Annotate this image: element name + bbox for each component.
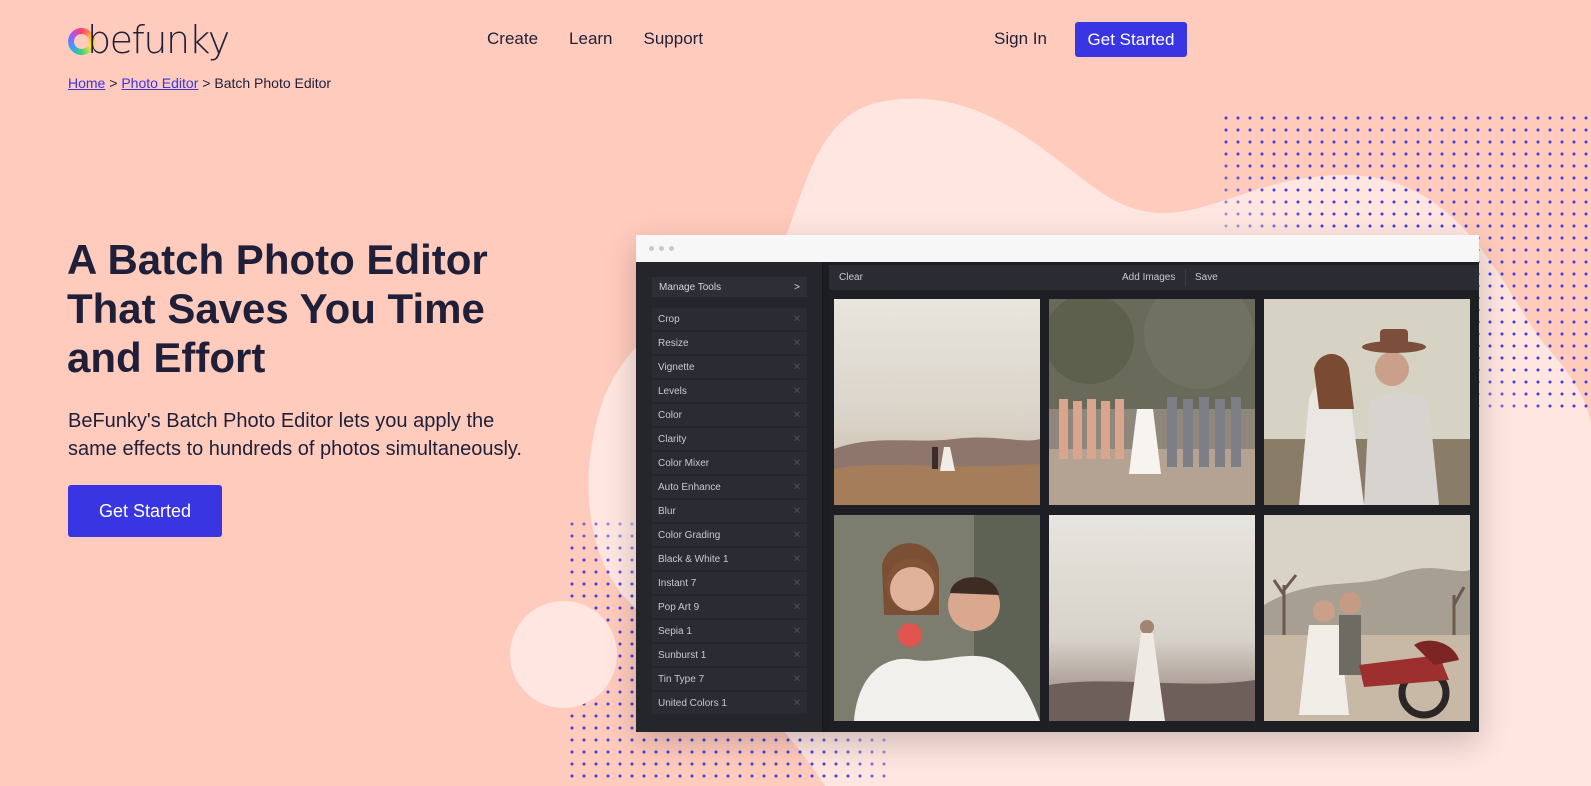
add-images-button[interactable]: Add Images	[1122, 272, 1175, 283]
tool-label: Sunburst 1	[658, 649, 707, 661]
save-button[interactable]: Save	[1195, 272, 1218, 283]
remove-tool-icon[interactable]: ✕	[793, 674, 801, 685]
tool-list: Crop ✕ Resize ✕ Vignette ✕ Levels ✕ Color ✕ Clarit…	[652, 308, 807, 716]
tool-item[interactable]: Crop ✕	[652, 308, 807, 330]
remove-tool-icon[interactable]: ✕	[793, 458, 801, 469]
breadcrumb: Home > Photo Editor > Batch Photo Editor	[68, 75, 331, 91]
remove-tool-icon[interactable]: ✕	[793, 578, 801, 589]
photo-bride-fog[interactable]	[1049, 515, 1255, 721]
tool-item[interactable]: Sepia 1 ✕	[652, 620, 807, 642]
manage-tools-label: Manage Tools	[659, 281, 722, 293]
remove-tool-icon[interactable]: ✕	[793, 362, 801, 373]
nav-support[interactable]: Support	[644, 29, 704, 49]
tool-item[interactable]: Tin Type 7 ✕	[652, 668, 807, 690]
tool-label: Color Grading	[658, 529, 721, 541]
mockup-window-bar	[636, 235, 1479, 262]
tool-item[interactable]: Instant 7 ✕	[652, 572, 807, 594]
befunky-logo[interactable]: befunky	[68, 14, 230, 62]
remove-tool-icon[interactable]: ✕	[793, 626, 801, 637]
remove-tool-icon[interactable]: ✕	[793, 314, 801, 325]
remove-tool-icon[interactable]: ✕	[793, 338, 801, 349]
window-dot-icon	[659, 246, 664, 251]
nav-create[interactable]: Create	[487, 29, 538, 49]
hero-subtitle: BeFunky's Batch Photo Editor lets you ap…	[68, 410, 522, 460]
photo-couple-hat[interactable]	[1264, 299, 1470, 505]
tool-label: Vignette	[658, 361, 695, 373]
remove-tool-icon[interactable]: ✕	[793, 602, 801, 613]
tools-sidebar: Manage Tools > Crop ✕ Resize ✕ Vignette ✕ Leve…	[636, 262, 823, 732]
tool-label: Instant 7	[658, 577, 697, 589]
remove-tool-icon[interactable]: ✕	[793, 506, 801, 517]
tool-label: Resize	[658, 337, 689, 349]
hero-title: A Batch Photo Editor That Saves You Time…	[67, 236, 488, 381]
tool-label: Pop Art 9	[658, 601, 700, 613]
hero-get-started-button[interactable]: Get Started	[68, 485, 222, 537]
photo-piggyback-couple[interactable]	[834, 515, 1040, 721]
photo-couple-motorcycle[interactable]	[1264, 515, 1470, 721]
remove-tool-icon[interactable]: ✕	[793, 386, 801, 397]
clear-button[interactable]: Clear	[839, 272, 863, 283]
tool-item[interactable]: Black & White 1 ✕	[652, 548, 807, 570]
tool-label: Black & White 1	[658, 553, 729, 565]
nav-learn[interactable]: Learn	[569, 29, 612, 49]
tool-label: Blur	[658, 505, 676, 517]
breadcrumb-home[interactable]: Home	[68, 75, 105, 91]
tool-item[interactable]: Color Grading ✕	[652, 524, 807, 546]
breadcrumb-separator: >	[105, 75, 122, 91]
breadcrumb-separator: >	[198, 75, 215, 91]
tool-label: Levels	[658, 385, 687, 397]
chevron-right-icon: >	[794, 281, 800, 293]
remove-tool-icon[interactable]: ✕	[793, 698, 801, 709]
workspace-toolbar: Clear Add Images Save	[829, 265, 1479, 290]
toolbar-divider	[1185, 269, 1186, 286]
background-circle	[510, 601, 617, 708]
tool-label: Sepia 1	[658, 625, 692, 637]
tool-label: Auto Enhance	[658, 481, 721, 493]
tool-item[interactable]: Levels ✕	[652, 380, 807, 402]
tool-item[interactable]: Auto Enhance ✕	[652, 476, 807, 498]
header-get-started-button[interactable]: Get Started	[1075, 22, 1187, 57]
tool-item[interactable]: Resize ✕	[652, 332, 807, 354]
tool-label: Tin Type 7	[658, 673, 705, 685]
tool-label: Clarity	[658, 433, 687, 445]
editor-mockup: Manage Tools > Crop ✕ Resize ✕ Vignette ✕ Leve…	[636, 235, 1479, 732]
tool-label: Crop	[658, 313, 680, 325]
tool-item[interactable]: Blur ✕	[652, 500, 807, 522]
tool-item[interactable]: United Colors 1 ✕	[652, 692, 807, 714]
tool-item[interactable]: Vignette ✕	[652, 356, 807, 378]
remove-tool-icon[interactable]: ✕	[793, 410, 801, 421]
remove-tool-icon[interactable]: ✕	[793, 530, 801, 541]
photo-couple-hills[interactable]	[834, 299, 1040, 505]
tool-item[interactable]: Color Mixer ✕	[652, 452, 807, 474]
photo-workspace: Clear Add Images Save	[829, 262, 1479, 732]
breadcrumb-current: Batch Photo Editor	[214, 75, 332, 91]
main-nav: Create Learn Support	[487, 29, 703, 49]
mockup-body: Manage Tools > Crop ✕ Resize ✕ Vignette ✕ Leve…	[636, 262, 1479, 732]
tool-label: Color	[658, 409, 682, 421]
tool-label: Color Mixer	[658, 457, 710, 469]
sign-in-link[interactable]: Sign In	[994, 29, 1047, 49]
remove-tool-icon[interactable]: ✕	[793, 482, 801, 493]
tool-item[interactable]: Clarity ✕	[652, 428, 807, 450]
window-dot-icon	[669, 246, 674, 251]
remove-tool-icon[interactable]: ✕	[793, 650, 801, 661]
tool-label: United Colors 1	[658, 697, 727, 709]
photo-wedding-party[interactable]	[1049, 299, 1255, 505]
tool-item[interactable]: Sunburst 1 ✕	[652, 644, 807, 666]
logo-text: befunky	[87, 18, 230, 62]
tool-item[interactable]: Color ✕	[652, 404, 807, 426]
site-header: befunky Create Learn Support Sign In Get…	[0, 0, 1591, 78]
breadcrumb-photo-editor[interactable]: Photo Editor	[121, 75, 198, 91]
remove-tool-icon[interactable]: ✕	[793, 434, 801, 445]
tool-item[interactable]: Pop Art 9 ✕	[652, 596, 807, 618]
window-dot-icon	[649, 246, 654, 251]
manage-tools-button[interactable]: Manage Tools >	[652, 277, 807, 297]
remove-tool-icon[interactable]: ✕	[793, 554, 801, 565]
